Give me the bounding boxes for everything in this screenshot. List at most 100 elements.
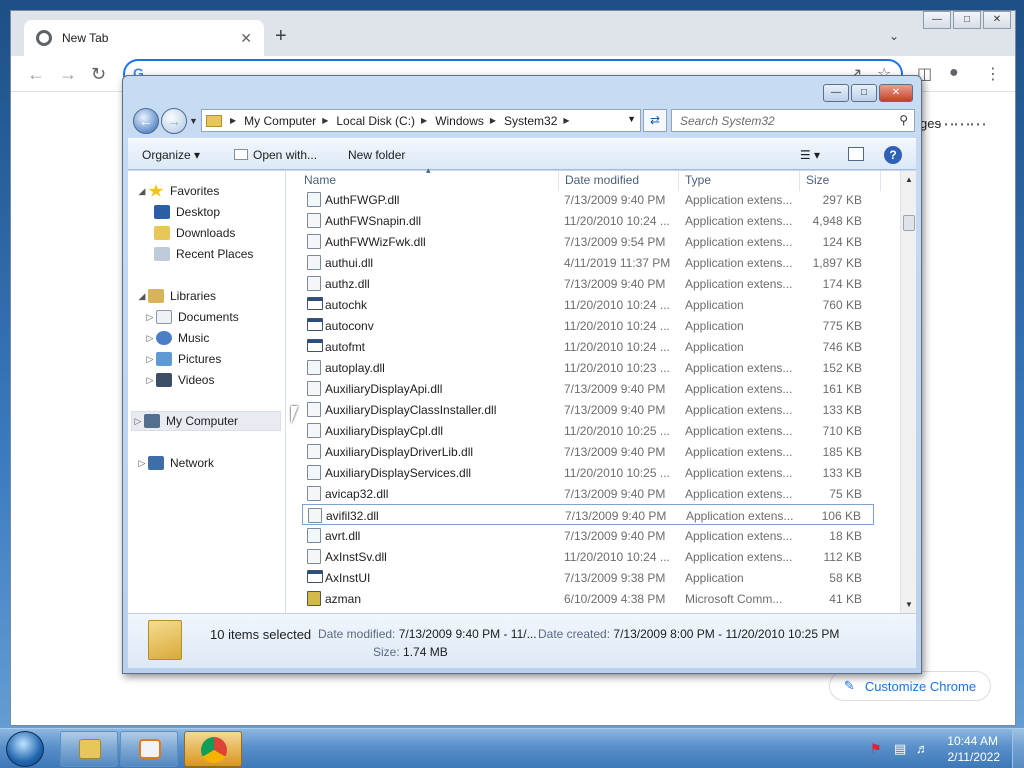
file-row[interactable]: AxInstUI 7/13/2009 9:38 PM Application 58 K…: [302, 567, 874, 588]
clock-time[interactable]: 10:44 AM: [947, 734, 998, 748]
column-header-name[interactable]: Name: [304, 173, 336, 187]
explorer-minimize-button[interactable]: —: [823, 84, 849, 102]
network-status-icon[interactable]: ▤: [894, 741, 906, 757]
file-row[interactable]: authui.dll 4/11/2019 11:37 PM Application …: [302, 252, 874, 273]
column-divider[interactable]: [558, 171, 559, 191]
expand-arrow-icon[interactable]: ◢: [136, 186, 148, 197]
breadcrumb-my-computer[interactable]: My Computer: [244, 114, 316, 128]
change-view-icon[interactable]: ☰ ▾: [800, 148, 820, 162]
minimize-button[interactable]: —: [923, 11, 951, 29]
file-row[interactable]: autochk 11/20/2010 10:24 ... Application 76…: [302, 294, 874, 315]
file-row[interactable]: AxInstSv.dll 11/20/2010 10:24 ... Applicat…: [302, 546, 874, 567]
breadcrumb-local-disk[interactable]: Local Disk (C:): [336, 114, 415, 128]
file-row[interactable]: avrt.dll 7/13/2009 9:40 PM Application ext…: [302, 525, 874, 546]
search-input[interactable]: Search System32 ⚲: [671, 109, 915, 132]
file-row[interactable]: azman 6/10/2009 4:38 PM Microsoft Comm... 4…: [302, 588, 874, 609]
file-row[interactable]: autofmt 11/20/2010 10:24 ... Application 74…: [302, 336, 874, 357]
expand-arrow-icon[interactable]: ▷: [144, 312, 156, 323]
explorer-close-button[interactable]: ✕: [879, 84, 913, 102]
open-with-button[interactable]: Open with...: [234, 148, 317, 162]
file-row[interactable]: AuthFWGP.dll 7/13/2009 9:40 PM Application…: [302, 189, 874, 210]
file-row[interactable]: autoconv 11/20/2010 10:24 ... Application 7…: [302, 315, 874, 336]
reload-icon[interactable]: ↻: [91, 64, 106, 85]
nav-documents[interactable]: ▷ Documents: [144, 307, 239, 327]
clock-date[interactable]: 2/11/2022: [948, 750, 1001, 764]
recent-pages-chevron-icon[interactable]: ▼: [189, 116, 198, 126]
show-desktop-button[interactable]: [1012, 729, 1024, 768]
file-row[interactable]: AuxiliaryDisplayClassInstaller.dll 7/13/2…: [302, 399, 874, 420]
file-row[interactable]: AuxiliaryDisplayDriverLib.dll 7/13/2009 9…: [302, 441, 874, 462]
start-button[interactable]: [6, 731, 44, 767]
organize-button[interactable]: Organize ▾: [142, 148, 200, 162]
profile-avatar-icon[interactable]: ●: [949, 64, 959, 82]
crumb-arrow-icon[interactable]: ▶: [490, 116, 496, 125]
search-icon[interactable]: ⚲: [899, 113, 908, 127]
scroll-up-arrow-icon[interactable]: ▲: [905, 175, 913, 184]
taskbar-explorer[interactable]: [60, 731, 118, 767]
column-divider[interactable]: [880, 171, 881, 191]
apps-grid-icon[interactable]: ⋯⋯⋯: [937, 114, 987, 135]
nav-downloads[interactable]: Downloads: [154, 223, 235, 243]
action-center-flag-icon[interactable]: ⚑: [870, 741, 882, 757]
nav-network[interactable]: ▷ Network: [136, 453, 214, 473]
explorer-maximize-button[interactable]: □: [851, 84, 877, 102]
taskbar-chrome[interactable]: [184, 731, 242, 767]
crumb-arrow-icon[interactable]: ▶: [322, 116, 328, 125]
nav-pictures[interactable]: ▷ Pictures: [144, 349, 221, 369]
breadcrumb-windows[interactable]: Windows: [435, 114, 484, 128]
nav-desktop[interactable]: Desktop: [154, 202, 220, 222]
new-tab-button[interactable]: +: [275, 25, 287, 48]
maximize-button[interactable]: □: [953, 11, 981, 29]
file-row[interactable]: AuxiliaryDisplayApi.dll 7/13/2009 9:40 PM…: [302, 378, 874, 399]
tab-new-tab[interactable]: New Tab ✕: [24, 20, 264, 56]
breadcrumb-system32[interactable]: System32: [504, 114, 557, 128]
column-header-size[interactable]: Size: [806, 173, 829, 187]
address-dropdown-icon[interactable]: ▼: [627, 114, 636, 124]
expand-arrow-icon[interactable]: ▷: [136, 458, 148, 469]
file-row[interactable]: authz.dll 7/13/2009 9:40 PM Application ex…: [302, 273, 874, 294]
crumb-arrow-icon[interactable]: ▶: [421, 116, 427, 125]
address-bar[interactable]: ▶ My Computer ▶ Local Disk (C:) ▶ Window…: [201, 109, 641, 132]
menu-kebab-icon[interactable]: ⋮: [985, 64, 1001, 84]
file-row[interactable]: AuthFWSnapin.dll 11/20/2010 10:24 ... Appl…: [302, 210, 874, 231]
help-icon[interactable]: ?: [884, 146, 902, 164]
scrollbar-thumb[interactable]: [903, 215, 915, 231]
expand-arrow-icon[interactable]: ▷: [144, 375, 156, 386]
customize-chrome-button[interactable]: ✎ Customize Chrome: [829, 671, 991, 701]
column-header-type[interactable]: Type: [685, 173, 711, 187]
file-row[interactable]: autoplay.dll 11/20/2010 10:23 ... Applicat…: [302, 357, 874, 378]
taskbar-media-player[interactable]: [120, 731, 178, 767]
expand-arrow-icon[interactable]: ▷: [144, 333, 156, 344]
forward-arrow-icon[interactable]: →: [59, 64, 77, 85]
tab-close-icon[interactable]: ✕: [240, 30, 252, 47]
nav-music[interactable]: ▷ Music: [144, 328, 209, 348]
column-divider[interactable]: [799, 171, 800, 191]
file-row[interactable]: AuxiliaryDisplayServices.dll 11/20/2010 1…: [302, 462, 874, 483]
column-divider[interactable]: [678, 171, 679, 191]
explorer-forward-button[interactable]: →: [161, 108, 187, 134]
nav-videos[interactable]: ▷ Videos: [144, 370, 214, 390]
nav-favorites[interactable]: ◢ Favorites: [136, 181, 219, 201]
column-header-date-modified[interactable]: Date modified: [565, 173, 639, 187]
nav-my-computer[interactable]: ▷ My Computer: [131, 411, 281, 431]
file-row[interactable]: avifil32.dll 7/13/2009 9:40 PM Application…: [302, 504, 874, 525]
back-arrow-icon[interactable]: ←: [27, 64, 45, 85]
expand-arrow-icon[interactable]: ▷: [144, 354, 156, 365]
vertical-scrollbar[interactable]: ▲ ▼: [900, 171, 916, 613]
preview-pane-icon[interactable]: [848, 147, 864, 161]
expand-arrow-icon[interactable]: ▷: [132, 416, 144, 427]
crumb-arrow-icon[interactable]: ▶: [563, 116, 569, 125]
new-folder-button[interactable]: New folder: [348, 148, 405, 162]
refresh-button[interactable]: ⇄: [643, 109, 667, 132]
explorer-back-button[interactable]: ←: [133, 108, 159, 134]
close-button[interactable]: ✕: [983, 11, 1011, 29]
nav-recent-places[interactable]: Recent Places: [154, 244, 253, 264]
nav-libraries[interactable]: ◢ Libraries: [136, 286, 216, 306]
volume-icon[interactable]: ♬: [916, 741, 929, 756]
file-row[interactable]: AuthFWWizFwk.dll 7/13/2009 9:54 PM Applica…: [302, 231, 874, 252]
scroll-down-arrow-icon[interactable]: ▼: [905, 600, 913, 609]
tab-search-chevron-icon[interactable]: ⌄: [889, 29, 899, 43]
expand-arrow-icon[interactable]: ◢: [136, 291, 148, 302]
file-row[interactable]: avicap32.dll 7/13/2009 9:40 PM Application…: [302, 483, 874, 504]
crumb-arrow-icon[interactable]: ▶: [230, 116, 236, 125]
